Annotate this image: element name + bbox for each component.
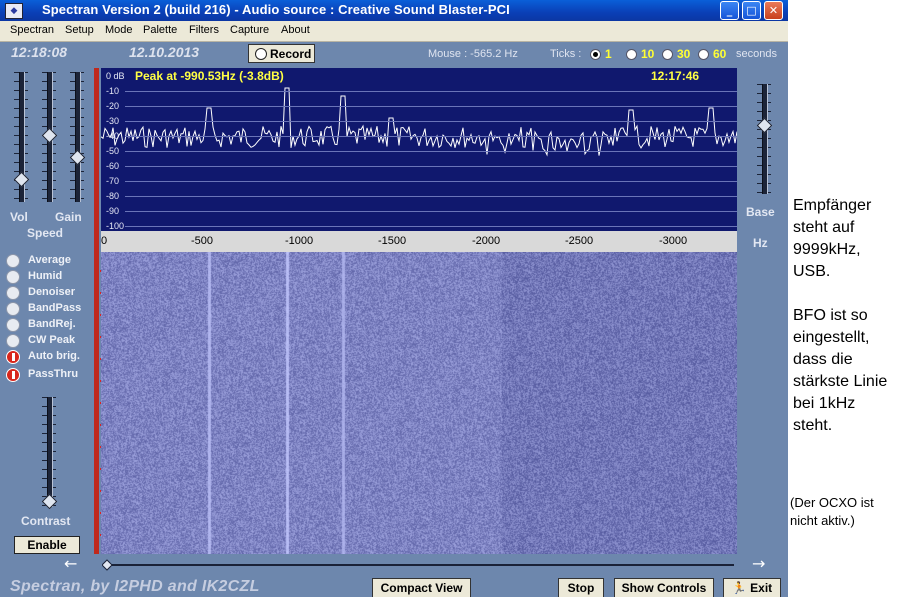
average-radio[interactable]: [6, 254, 20, 268]
waterfall-display[interactable]: [101, 252, 737, 554]
mouse-readout: Mouse : -565.2 Hz: [428, 48, 518, 60]
gain-label: Gain: [55, 210, 82, 224]
db-gridline: [125, 136, 737, 137]
bandrej-radio[interactable]: [6, 318, 20, 332]
freq-label-1500: -1500: [378, 235, 407, 247]
peak-time: 12:17:46: [651, 69, 700, 83]
show-controls-button[interactable]: Show Controls: [614, 578, 714, 597]
exit-button[interactable]: 🏃 Exit: [723, 578, 781, 597]
speed-slider-track[interactable]: [75, 72, 81, 202]
tick-radio-10[interactable]: [626, 49, 637, 60]
menu-about[interactable]: About: [281, 24, 310, 36]
hz-label: Hz: [753, 236, 768, 250]
peak-readout: Peak at -990.53Hz (-3.8dB): [135, 69, 284, 83]
db-gridline: [125, 211, 737, 212]
ticks-label: Ticks :: [550, 48, 582, 60]
tick-value-1: 1: [605, 47, 612, 61]
freq-label-500: -500: [191, 235, 214, 247]
spectrum-display[interactable]: 0 dB -10 -20 -30 -40 -50 -60 -70 -80 -90 -100 Peak…: [101, 68, 737, 231]
base-label: Base: [746, 205, 775, 219]
menu-palette[interactable]: Palette: [143, 24, 177, 36]
average-label: Average: [28, 254, 72, 266]
passthru-radio[interactable]: [6, 368, 20, 382]
frequency-axis: 0 -500 -1000 -1500 -2000 -2500 -3000: [101, 231, 737, 253]
tick-radio-1[interactable]: [590, 49, 601, 60]
exit-run-icon: 🏃: [731, 581, 747, 595]
window-title: Spectran Version 2 (build 216) - Audio s…: [42, 2, 510, 17]
waterfall-canvas: [101, 252, 737, 554]
autobrig-label: Auto brig.: [28, 350, 80, 362]
close-button[interactable]: ✕: [764, 1, 783, 20]
level-bar: [94, 68, 99, 554]
db-gridline: [125, 196, 737, 197]
menu-filters[interactable]: Filters: [189, 24, 219, 36]
minimize-button[interactable]: _: [720, 1, 739, 20]
seconds-label: seconds: [736, 48, 777, 60]
freq-label-1000: -1000: [285, 235, 314, 247]
db-gridline: [125, 106, 737, 107]
compact-view-button[interactable]: Compact View: [372, 578, 471, 597]
menu-capture[interactable]: Capture: [230, 24, 269, 36]
menu-spectran[interactable]: Spectran: [10, 24, 54, 36]
tick-value-60: 60: [713, 47, 727, 61]
maximize-button[interactable]: □: [742, 1, 761, 20]
spectran-window: ◆ Spectran Version 2 (build 216) - Audio…: [0, 0, 788, 597]
note-receiver: Empfänger steht auf 9999kHz, USB.: [793, 197, 872, 280]
contrast-label: Contrast: [21, 514, 71, 528]
tick-radio-30[interactable]: [662, 49, 673, 60]
title-bar[interactable]: ◆ Spectran Version 2 (build 216) - Audio…: [0, 0, 788, 21]
stop-button[interactable]: Stop: [558, 578, 604, 597]
tick-value-10: 10: [641, 47, 655, 61]
scroll-thumb[interactable]: [102, 559, 113, 571]
cwpeak-radio[interactable]: [6, 334, 20, 348]
menu-bar: Spectran Setup Mode Palette Filters Capt…: [0, 21, 788, 42]
exit-label: Exit: [750, 581, 773, 595]
record-label: Record: [270, 47, 312, 61]
cwpeak-label: CW Peak: [28, 334, 76, 346]
speed-label: Speed: [27, 226, 64, 240]
denoiser-radio[interactable]: [6, 286, 20, 300]
record-icon: [255, 48, 267, 60]
tick-radio-60[interactable]: [698, 49, 709, 60]
bandpass-radio[interactable]: [6, 302, 20, 316]
db-gridline: [125, 181, 737, 182]
menu-setup[interactable]: Setup: [65, 24, 94, 36]
tick-value-30: 30: [677, 47, 691, 61]
record-button[interactable]: Record: [248, 44, 315, 63]
freq-label-3000: -3000: [659, 235, 688, 247]
freq-label-2500: -2500: [565, 235, 594, 247]
base-slider-panel: Base Hz: [737, 68, 788, 554]
base-slider-track[interactable]: [762, 84, 768, 194]
db-gridline: [125, 151, 737, 152]
humid-radio[interactable]: [6, 270, 20, 284]
humid-label: Humid: [28, 270, 63, 282]
clock-date: 12.10.2013: [129, 44, 200, 60]
clock-time: 12:18:08: [11, 44, 68, 60]
annotation-ocxo: (Der OCXO ist nicht aktiv.): [790, 495, 874, 528]
annotation-text: Empfänger steht auf 9999kHz, USB. BFO is…: [793, 195, 898, 437]
contrast-slider-track[interactable]: [47, 397, 53, 507]
menu-mode[interactable]: Mode: [105, 24, 133, 36]
spectran-icon[interactable]: ◆: [5, 3, 23, 19]
freq-label-2000: -2000: [472, 235, 501, 247]
passthru-label: PassThru: [28, 368, 79, 380]
db-gridline: [125, 121, 737, 122]
denoiser-label: Denoiser: [28, 286, 76, 298]
bandpass-label: BandPass: [28, 302, 82, 314]
frequency-scrollbar[interactable]: [102, 558, 742, 572]
spectrum-trace-layer: [101, 87, 737, 157]
freq-label-0: 0: [101, 235, 108, 247]
note-bfo: BFO ist so eingestellt, dass die stärkst…: [793, 307, 888, 434]
vol-label: Vol: [10, 210, 28, 224]
autobrig-radio[interactable]: [6, 350, 20, 364]
enable-button[interactable]: Enable: [14, 536, 80, 554]
db-gridline: [125, 91, 737, 92]
db-gridline: [125, 226, 737, 227]
bandrej-label: BandRej.: [28, 318, 76, 330]
db-gridline: [125, 166, 737, 167]
scroll-left-arrow-icon[interactable]: ←: [64, 554, 77, 573]
brand-text: Spectran, by I2PHD and IK2CZL: [10, 578, 260, 595]
scroll-right-arrow-icon[interactable]: →: [752, 554, 765, 573]
